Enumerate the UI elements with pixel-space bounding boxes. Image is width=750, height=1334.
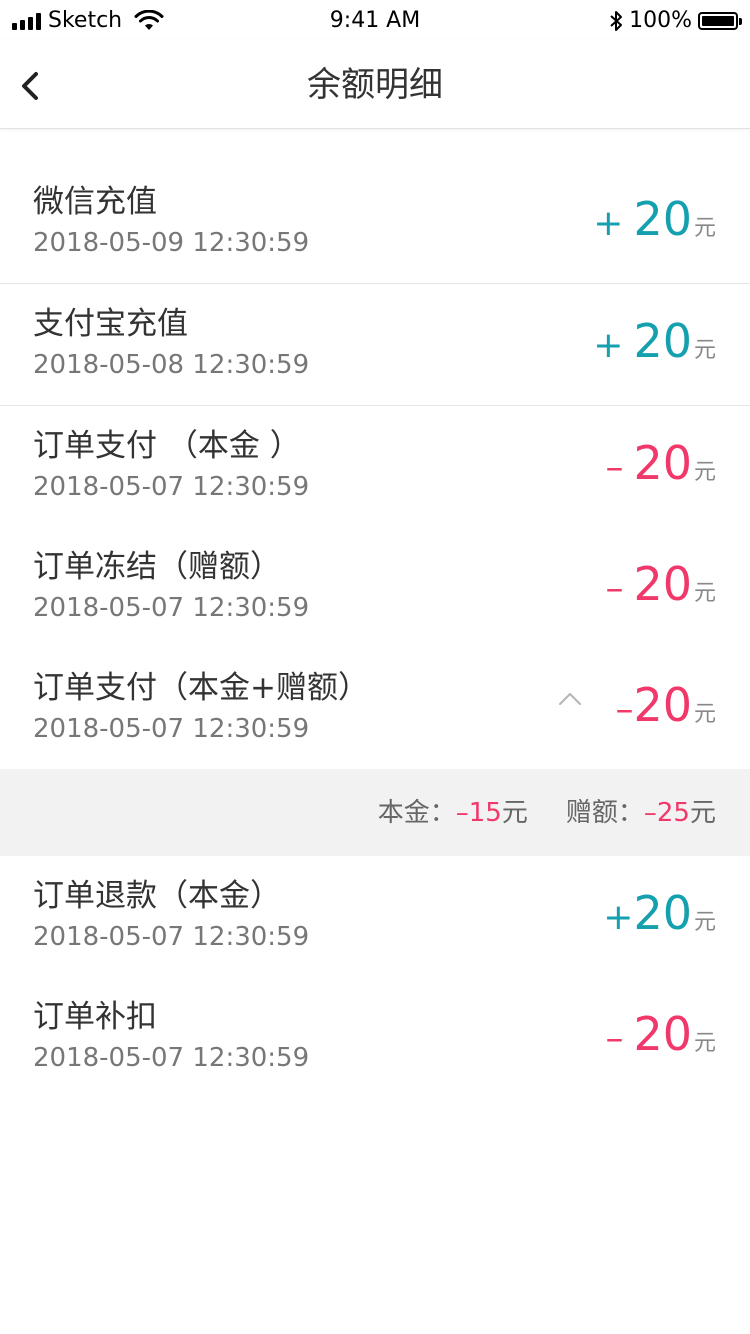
status-bar: Sketch 9:41 AM 100% (0, 0, 750, 40)
transaction-time: 2018-05-07 12:30:59 (33, 714, 310, 744)
screen: Sketch 9:41 AM 100% 余额明细 微信充值 2018-05-09… (0, 0, 750, 1334)
transaction-time: 2018-05-07 12:30:59 (33, 593, 310, 623)
bluetooth-icon (610, 11, 623, 31)
amount-value: 20 (633, 678, 692, 732)
amount-unit: 元 (693, 1031, 716, 1056)
principal-breakdown: 本金： –15 元 (378, 797, 528, 829)
amount-breakdown: 本金： –15 元 赠额： –25 元 (0, 769, 750, 856)
amount-sign: – (615, 689, 634, 730)
breakdown-content: 本金： –15 元 赠额： –25 元 (378, 797, 716, 829)
principal-value: –15 (455, 798, 502, 828)
transaction-time: 2018-05-09 12:30:59 (33, 228, 310, 258)
transaction-title: 支付宝充值 (33, 306, 188, 342)
transaction-time: 2018-05-07 12:30:59 (33, 922, 310, 952)
transaction-time: 2018-05-07 12:30:59 (33, 1043, 310, 1073)
transaction-title: 订单支付 （本金 ） (33, 428, 301, 464)
amount-sign: – (605, 1018, 624, 1059)
transaction-amount: – 20 元 (615, 680, 716, 730)
battery-percent: 100% (629, 8, 692, 33)
amount-unit: 元 (693, 460, 716, 485)
page-title: 余额明细 (307, 65, 443, 105)
amount-value: 20 (633, 314, 692, 368)
transaction-amount: + 20 元 (593, 316, 716, 366)
bonus-value: –25 (643, 798, 690, 828)
amount-sign: – (605, 447, 624, 488)
transaction-amount: – 20 元 (605, 559, 716, 609)
transaction-row[interactable]: 订单退款（本金） 2018-05-07 12:30:59 + 20 元 (0, 856, 750, 977)
transaction-row[interactable]: 订单支付 （本金 ） 2018-05-07 12:30:59 – 20 元 (0, 406, 750, 527)
amount-unit: 元 (693, 338, 716, 363)
amount-sign: + (593, 203, 624, 244)
status-right: 100% (609, 8, 742, 34)
amount-unit: 元 (693, 581, 716, 606)
transaction-amount: – 20 元 (605, 438, 716, 488)
bonus-label: 赠额： (565, 798, 644, 828)
bonus-breakdown: 赠额： –25 元 (566, 797, 716, 829)
amount-unit: 元 (693, 216, 716, 241)
chevron-up-icon[interactable] (557, 691, 583, 707)
amount-sign: + (603, 897, 634, 938)
transaction-title: 订单支付（本金+赠额） (33, 670, 369, 706)
transaction-amount: – 20 元 (605, 1009, 716, 1059)
bonus-unit: 元 (689, 798, 716, 828)
nav-bar: 余额明细 (0, 40, 750, 129)
amount-value: 20 (633, 436, 692, 490)
transaction-row[interactable]: 微信充值 2018-05-09 12:30:59 + 20 元 (0, 162, 750, 284)
transaction-time: 2018-05-08 12:30:59 (33, 350, 310, 380)
transaction-time: 2018-05-07 12:30:59 (33, 472, 310, 502)
transaction-row[interactable]: 订单补扣 2018-05-07 12:30:59 – 20 元 (0, 977, 750, 1098)
amount-sign: – (605, 568, 624, 609)
amount-value: 20 (633, 886, 692, 940)
amount-unit: 元 (693, 910, 716, 935)
principal-unit: 元 (501, 798, 528, 828)
amount-value: 20 (633, 557, 692, 611)
transaction-title: 订单冻结（赠额） (33, 549, 281, 585)
transaction-amount: + 20 元 (593, 194, 716, 244)
amount-value: 20 (633, 1007, 692, 1061)
transaction-row[interactable]: 订单冻结（赠额） 2018-05-07 12:30:59 – 20 元 (0, 527, 750, 648)
transaction-title: 订单补扣 (33, 999, 157, 1035)
principal-label: 本金： (377, 798, 456, 828)
amount-unit: 元 (693, 702, 716, 727)
battery-icon (698, 12, 742, 30)
transaction-row-expandable[interactable]: 订单支付（本金+赠额） 2018-05-07 12:30:59 – 20 元 (0, 648, 750, 769)
amount-value: 20 (633, 192, 692, 246)
transaction-list: 微信充值 2018-05-09 12:30:59 + 20 元 支付宝充值 20… (0, 162, 750, 1098)
transaction-title: 订单退款（本金） (33, 878, 281, 914)
transaction-amount: + 20 元 (603, 888, 716, 938)
transaction-row[interactable]: 支付宝充值 2018-05-08 12:30:59 + 20 元 (0, 284, 750, 406)
transaction-title: 微信充值 (33, 184, 157, 220)
amount-sign: + (593, 325, 624, 366)
